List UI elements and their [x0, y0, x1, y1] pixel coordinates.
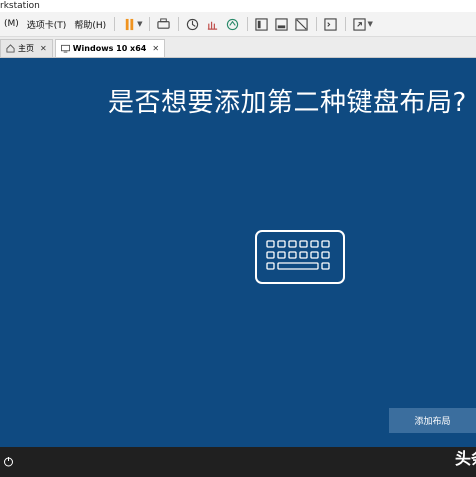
view-normal-icon[interactable] — [255, 17, 269, 31]
view-unity-icon[interactable] — [275, 17, 289, 31]
snapshot-manager-icon[interactable] — [226, 17, 240, 31]
toolbar-separator — [148, 17, 150, 31]
console-icon[interactable] — [324, 17, 338, 31]
tab-windows-10-x64[interactable]: Windows 10 x64 ✕ — [54, 39, 166, 57]
add-layout-button[interactable]: 添加布局 — [389, 408, 476, 433]
window-titlebar: rkstation — [0, 0, 476, 12]
window-title: rkstation — [0, 1, 40, 11]
menu-item-help[interactable]: 帮助(H) — [70, 18, 110, 31]
menu-item-tabs[interactable]: 选项卡(T) — [23, 18, 71, 31]
fullscreen-icon[interactable] — [353, 17, 367, 31]
power-icon[interactable] — [3, 456, 14, 467]
toolbar-separator — [246, 17, 248, 31]
chevron-down-icon[interactable]: ▼ — [137, 20, 142, 28]
status-bar: 头条 — [0, 447, 476, 477]
close-icon[interactable]: ✕ — [40, 44, 47, 53]
close-icon[interactable]: ✕ — [152, 44, 159, 53]
toolbar-separator — [114, 17, 116, 31]
toolbar-separator — [315, 17, 317, 31]
watermark-text: 头条 — [455, 449, 476, 468]
tab-label: 主页 — [18, 44, 34, 53]
keyboard-icon — [255, 230, 345, 284]
menu-toolbar: (M) 选项卡(T) 帮助(H) ▼ ▼ — [0, 12, 476, 37]
revert-snapshot-icon[interactable] — [206, 17, 220, 31]
vm-display[interactable]: 是否想要添加第二种键盘布局? 添加布局 — [0, 58, 476, 447]
page-title: 是否想要添加第二种键盘布局? — [108, 88, 467, 118]
pause-icon[interactable] — [122, 17, 136, 31]
vm-icon — [60, 44, 70, 53]
snapshot-icon[interactable] — [186, 17, 200, 31]
tab-home[interactable]: 主页 ✕ — [0, 39, 53, 57]
tab-label: Windows 10 x64 — [72, 44, 147, 53]
chevron-down-icon[interactable]: ▼ — [368, 20, 373, 28]
home-icon — [6, 44, 15, 53]
tab-bar: 主页 ✕ Windows 10 x64 ✕ — [0, 37, 476, 58]
send-keys-icon[interactable] — [157, 17, 171, 31]
toolbar-separator — [177, 17, 179, 31]
menu-item-view[interactable]: (M) — [0, 19, 23, 29]
view-hide-icon[interactable] — [295, 17, 309, 31]
toolbar-separator — [344, 17, 346, 31]
